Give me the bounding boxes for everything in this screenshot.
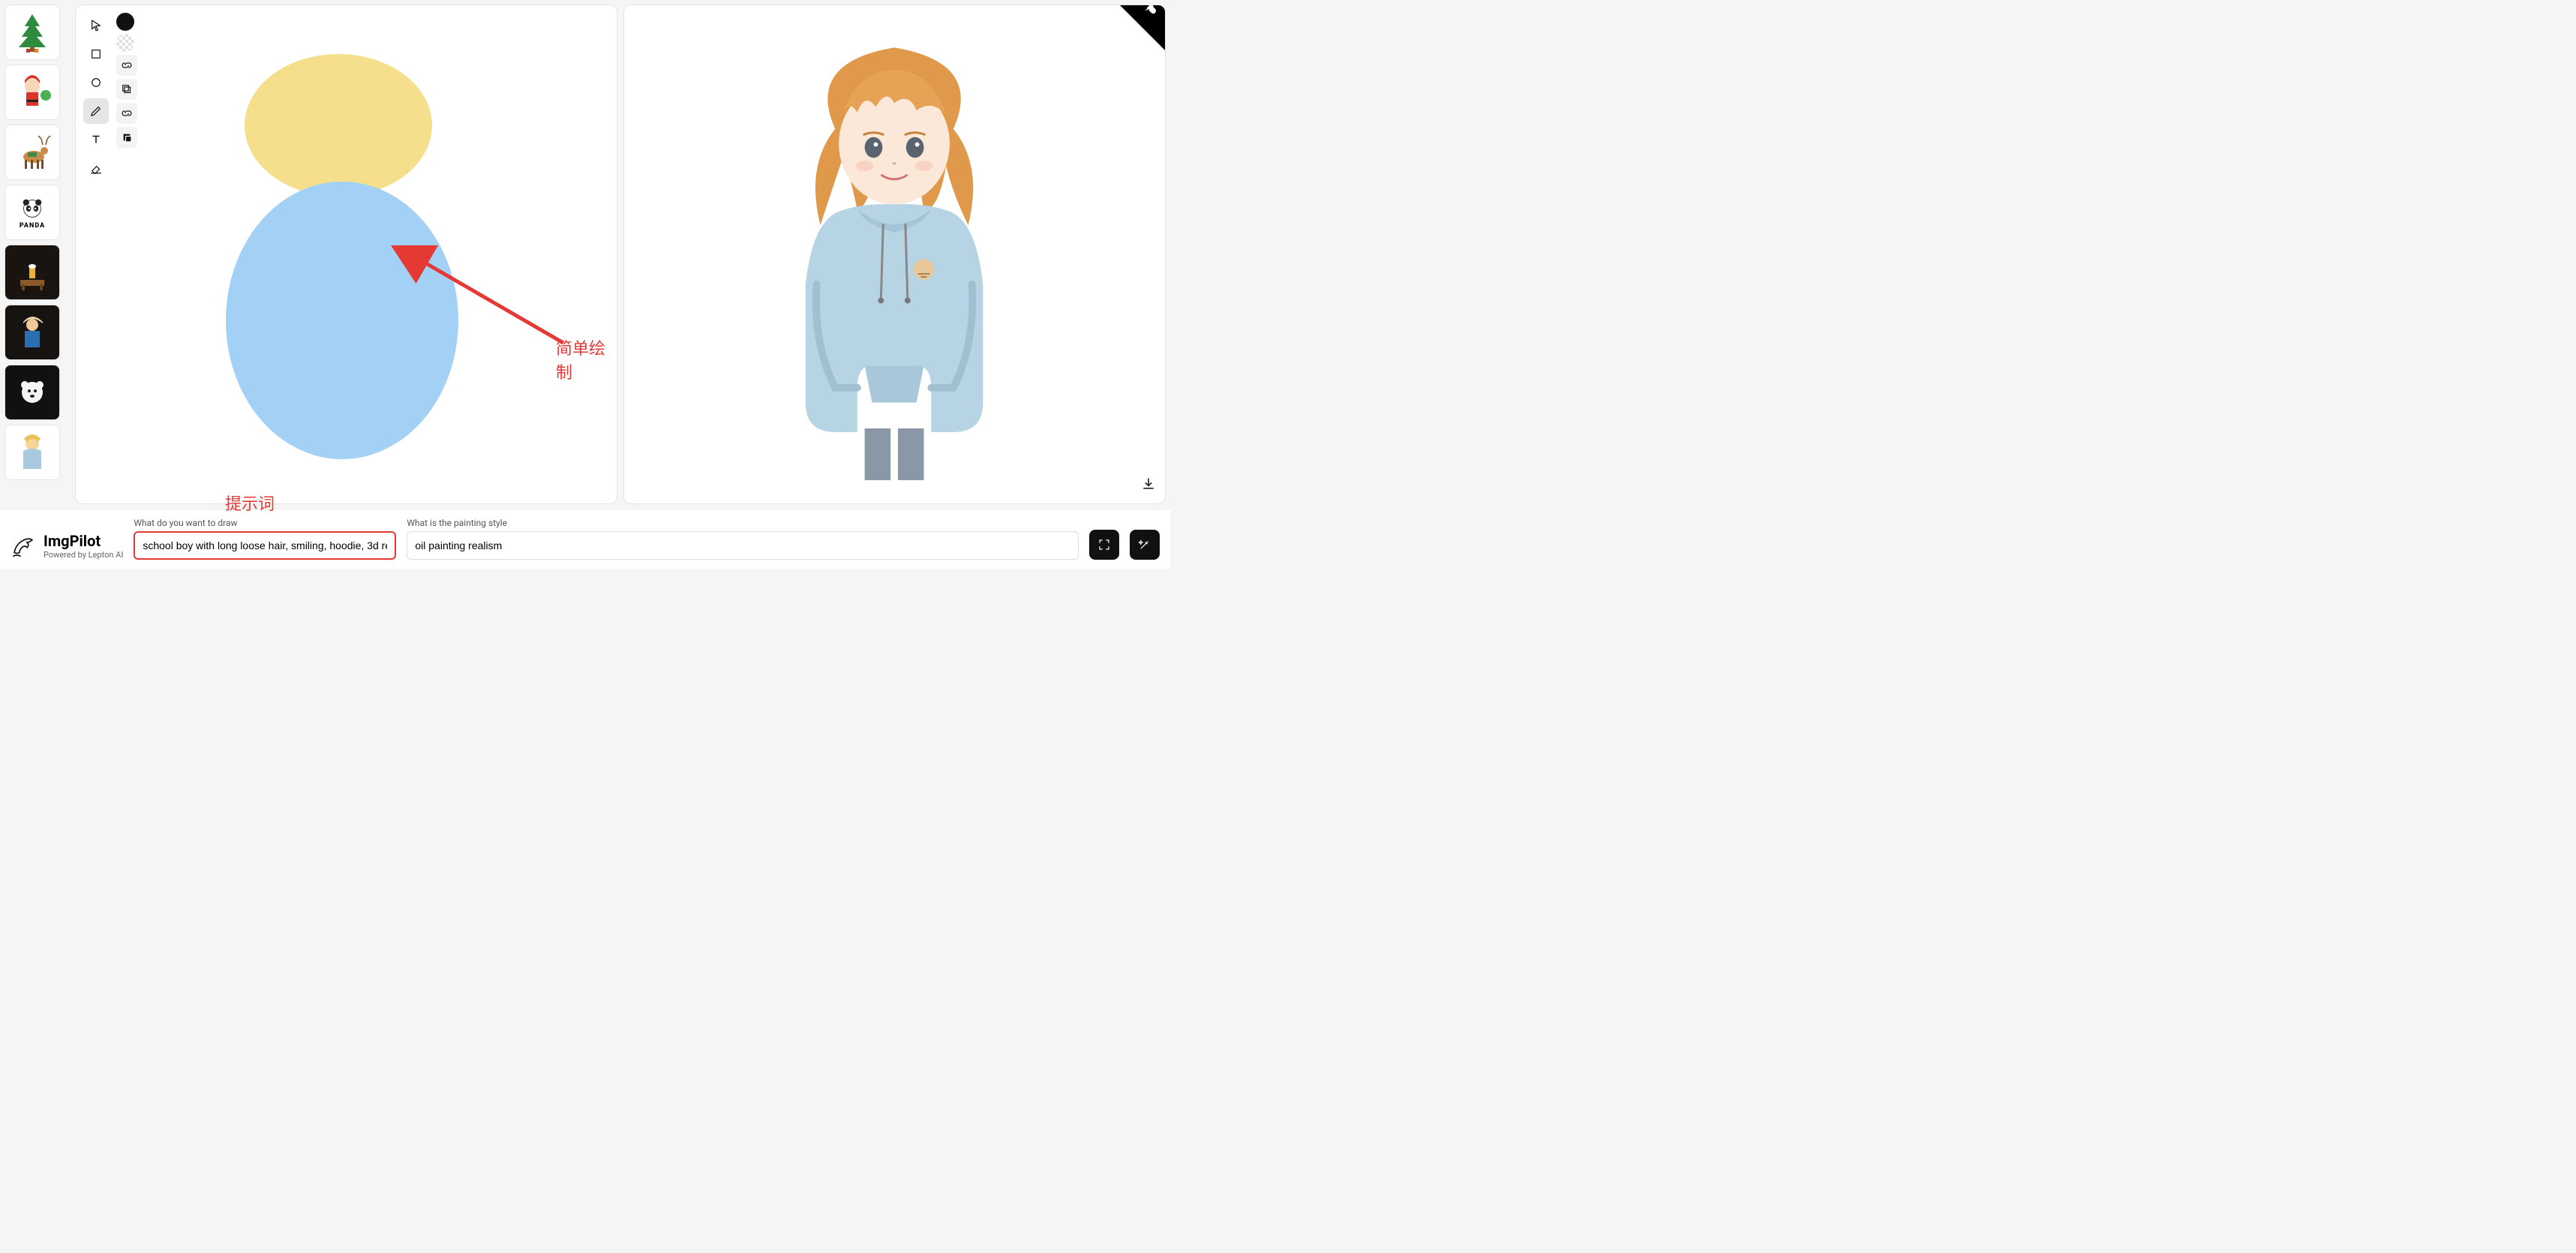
template-deer[interactable] bbox=[5, 125, 60, 180]
tool-eraser[interactable] bbox=[83, 155, 109, 181]
github-corner[interactable] bbox=[1120, 5, 1165, 50]
panda-label: PANDA bbox=[20, 222, 45, 230]
tool-circle[interactable] bbox=[83, 70, 109, 95]
templates-sidebar: PANDA bbox=[5, 5, 69, 504]
style-link-1[interactable] bbox=[116, 55, 137, 76]
shape-body[interactable] bbox=[226, 182, 458, 459]
drawing-canvas-panel: 简单绘制 bbox=[75, 5, 617, 504]
generated-image bbox=[746, 18, 1042, 491]
download-button[interactable] bbox=[1141, 476, 1156, 494]
brand: ImgPilot Powered by Lepton AI bbox=[11, 532, 123, 560]
result-panel bbox=[623, 5, 1166, 504]
brand-subtitle: Powered by Lepton AI bbox=[44, 550, 123, 560]
style-link-2[interactable] bbox=[116, 103, 137, 124]
template-hoodie-boy[interactable] bbox=[5, 425, 60, 480]
tool-rectangle[interactable] bbox=[83, 41, 109, 67]
transparent-swatch[interactable] bbox=[116, 34, 137, 52]
magic-button[interactable] bbox=[1130, 530, 1160, 560]
tool-text[interactable] bbox=[83, 127, 109, 152]
template-panda[interactable]: PANDA bbox=[5, 185, 60, 240]
prompt-field-group: What do you want to draw bbox=[134, 518, 396, 560]
tool-pencil[interactable] bbox=[83, 98, 109, 124]
prompt-label: What do you want to draw bbox=[134, 518, 396, 528]
canvas-svg[interactable] bbox=[76, 5, 617, 503]
tools-toolbar bbox=[83, 13, 109, 181]
style-copy[interactable] bbox=[116, 79, 137, 100]
template-polar-bear[interactable] bbox=[5, 365, 60, 420]
shape-head[interactable] bbox=[245, 54, 432, 197]
tool-pointer[interactable] bbox=[83, 13, 109, 38]
bottom-bar: ImgPilot Powered by Lepton AI 提示词 What d… bbox=[0, 509, 1170, 569]
brand-title: ImgPilot bbox=[44, 532, 123, 550]
style-duplicate[interactable] bbox=[116, 127, 137, 148]
style-field-group: What is the painting style bbox=[407, 518, 1079, 560]
template-christmas-tree[interactable] bbox=[5, 5, 60, 60]
prompt-input[interactable] bbox=[134, 531, 396, 560]
brand-logo-icon bbox=[11, 533, 36, 559]
style-column bbox=[116, 13, 137, 148]
template-boy-blue[interactable] bbox=[5, 305, 60, 360]
template-beer[interactable] bbox=[5, 245, 60, 300]
template-santa[interactable] bbox=[5, 65, 60, 120]
style-input[interactable] bbox=[407, 531, 1079, 560]
style-label: What is the painting style bbox=[407, 518, 1079, 528]
color-swatch[interactable] bbox=[116, 13, 137, 31]
fullscreen-button[interactable] bbox=[1089, 530, 1119, 560]
